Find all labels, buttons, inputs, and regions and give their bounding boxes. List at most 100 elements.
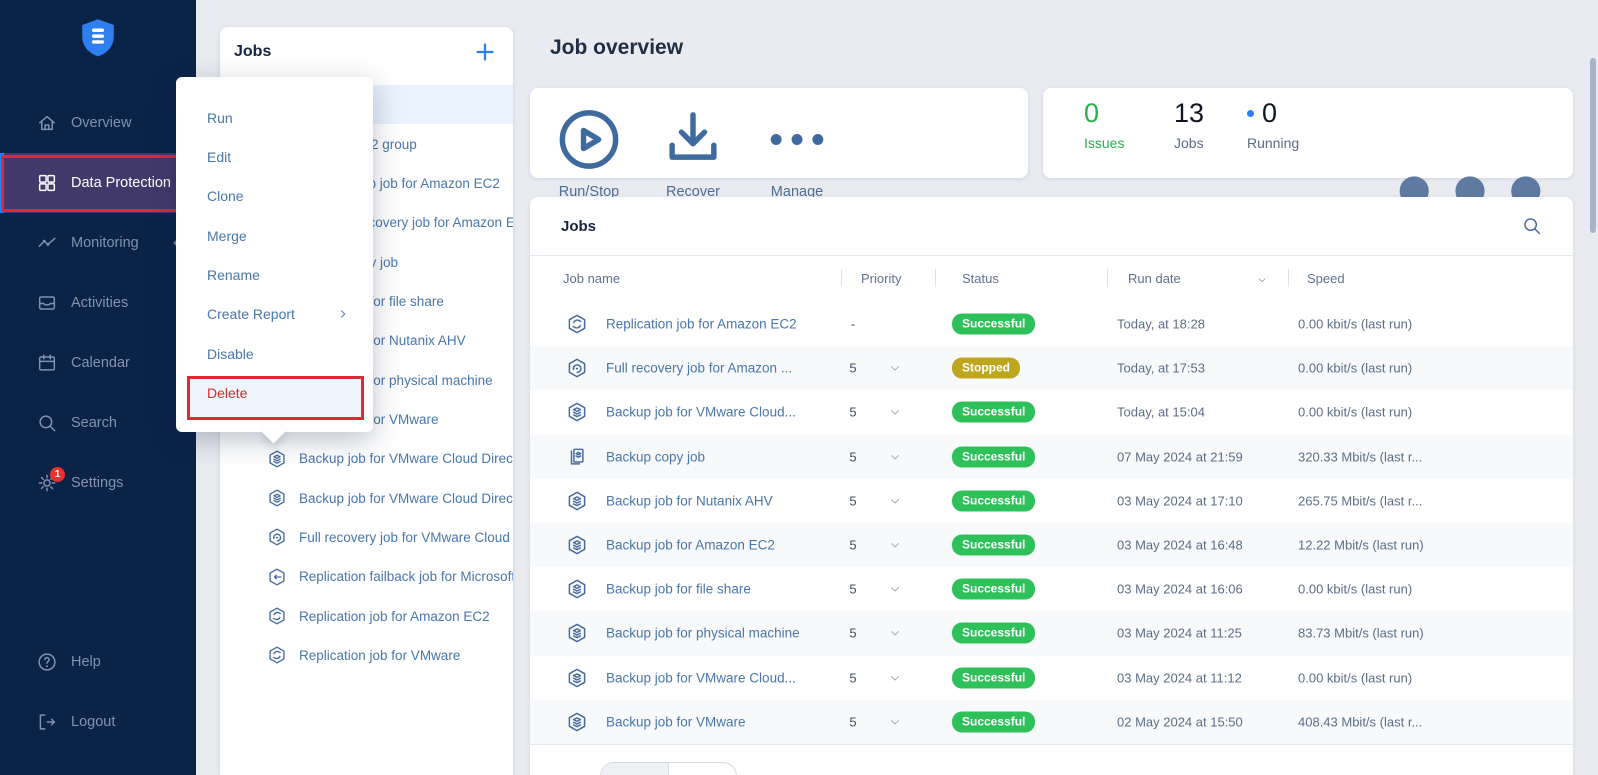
status-badge: Successful — [952, 402, 1035, 423]
backup-job-icon — [566, 578, 588, 600]
sidebar-item-logout[interactable]: Logout — [0, 692, 196, 752]
scrollbar-thumb[interactable] — [1590, 58, 1596, 233]
job-name[interactable]: Backup job for file share — [606, 582, 844, 597]
table-row-backup-job-for-nutanix-ahv[interactable]: Backup job for Nutanix AHV5Successful03 … — [530, 479, 1573, 523]
column-header-run-date[interactable]: Run date — [1128, 271, 1181, 286]
sidebar-item-monitoring[interactable]: Monitoring — [0, 213, 196, 273]
priority-dropdown chevron-down-icon[interactable] — [888, 582, 902, 596]
context-menu-item-disable[interactable]: Disable — [176, 334, 373, 373]
speed-value: 0.00 kbit/s (last run) — [1298, 405, 1412, 420]
speed-value: 12.22 Mbit/s (last run) — [1298, 538, 1424, 553]
context-menu-item-merge[interactable]: Merge — [176, 216, 373, 255]
home-icon — [36, 112, 58, 134]
table-row-backup-job-for-amazon-ec2[interactable]: Backup job for Amazon EC25Successful03 M… — [530, 523, 1573, 567]
priority-dropdown chevron-down-icon[interactable] — [888, 405, 902, 419]
sidebar-item-label: Data Protection — [71, 175, 171, 191]
status-badge: Successful — [952, 446, 1035, 467]
stat-value: 0 — [1084, 98, 1124, 129]
context-menu-item-delete[interactable]: Delete — [176, 373, 373, 412]
priority-dropdown chevron-down-icon[interactable] — [888, 671, 902, 685]
priority-value: 5 — [842, 538, 864, 553]
search-icon[interactable] — [1521, 215, 1543, 237]
jobs-panel-item-replication-failback-job-for-microsoft-hyper-v[interactable]: Replication failback job for Microsoft H… — [220, 557, 513, 596]
sidebar-item-overview[interactable]: Overview — [0, 93, 196, 153]
priority-dropdown chevron-down-icon[interactable] — [888, 626, 902, 640]
context-menu-item-clone[interactable]: Clone — [176, 177, 373, 216]
jobs-panel-item-backup-job-for-vmware-cloud-director[interactable]: Backup job for VMware Cloud Director — [220, 439, 513, 478]
priority-dropdown chevron-down-icon[interactable] — [888, 538, 902, 552]
job-name[interactable]: Backup job for VMware Cloud... — [606, 670, 844, 685]
table-column-headers: Job name Priority Status Run date Speed — [530, 256, 1573, 302]
context-menu-item-rename[interactable]: Rename — [176, 255, 373, 294]
table-row-backup-job-for-vmware-cloud[interactable]: Backup job for VMware Cloud...5Successfu… — [530, 656, 1573, 700]
sidebar-item-help[interactable]: Help — [0, 632, 196, 692]
table-row-backup-job-for-vmware-cloud[interactable]: Backup job for VMware Cloud...5 Successfu… — [530, 390, 1573, 434]
job-name[interactable]: Backup job for VMware — [606, 714, 844, 729]
speed-value: 83.73 Mbit/s (last run) — [1298, 626, 1424, 641]
job-name[interactable]: Backup job for VMware Cloud... — [606, 405, 844, 420]
run-date: 03 May 2024 at 11:12 — [1117, 670, 1242, 685]
job-name[interactable]: Backup job for Amazon EC2 — [606, 538, 844, 553]
table-row-backup-job-for-file-share[interactable]: Backup job for file share5Successful03 M… — [530, 567, 1573, 611]
sidebar-item-search[interactable]: Search — [0, 393, 196, 453]
sidebar-item-label: Help — [71, 654, 101, 670]
jobs-panel-item-replication-job-for-vmware[interactable]: Replication job for VMware — [220, 636, 513, 675]
jobs-panel-item-full-recovery-job-for-vmware-cloud-director[interactable]: Full recovery job for VMware Cloud Direc… — [220, 518, 513, 557]
job-name[interactable]: Backup job for physical machine — [606, 626, 844, 641]
replication-job-icon — [566, 313, 588, 335]
status-badge: Successful — [952, 314, 1035, 335]
jobs-table-header: Jobs — [530, 197, 1573, 256]
pagination-control[interactable] — [600, 762, 737, 775]
column-header-job-name[interactable]: Job name — [563, 271, 620, 286]
context-menu: RunEdit Clone MergeRenameCreate ReportDisa… — [176, 77, 373, 432]
column-header-priority[interactable]: Priority — [861, 271, 901, 286]
recover-button[interactable]: Recover — [641, 101, 745, 178]
context-menu-item-create-report[interactable]: Create Report — [176, 295, 373, 334]
column-header-status[interactable]: Status — [962, 271, 999, 286]
sidebar-item-settings[interactable]: 1Settings — [0, 453, 196, 513]
job-item-label: Replication job for Amazon EC2 — [299, 609, 490, 624]
backup-icon — [267, 449, 287, 469]
jobs-panel-item-backup-job-for-vmware-cloud-director[interactable]: Backup job for VMware Cloud Director — [220, 478, 513, 517]
priority-value: 5 — [842, 405, 864, 420]
priority-dropdown chevron-down-icon[interactable] — [888, 715, 902, 729]
jobs-panel-title: Jobs — [234, 43, 271, 61]
column-header-speed[interactable]: Speed — [1307, 271, 1345, 286]
context-menu-item-edit[interactable]: Edit — [176, 137, 373, 176]
sidebar-item-calendar[interactable]: Calendar — [0, 333, 196, 393]
table-row-backup-job-for-vmware[interactable]: Backup job for VMware5Successful02 May 2… — [530, 700, 1573, 744]
run-date: Today, at 17:53 — [1117, 361, 1205, 376]
speed-value: 0.00 kbit/s (last run) — [1298, 670, 1412, 685]
run-date: 03 May 2024 at 16:48 — [1117, 538, 1243, 553]
manage-button[interactable]: Manage — [745, 101, 849, 178]
sidebar-item-activities[interactable]: Activities — [0, 273, 196, 333]
table-row-replication-job-for-amazon-ec2[interactable]: Replication job for Amazon EC2-Successfu… — [530, 302, 1573, 346]
priority-dropdown chevron-down-icon[interactable] — [888, 494, 902, 508]
backup-job-icon — [566, 622, 588, 644]
job-name[interactable]: Replication job for Amazon EC2 — [606, 317, 844, 332]
priority-dropdown chevron-down-icon[interactable] — [888, 361, 902, 375]
menu-item-label: Clone — [207, 188, 244, 204]
inbox-icon — [36, 292, 58, 314]
priority-dropdown chevron-down-icon[interactable] — [888, 450, 902, 464]
run-stop-button[interactable]: Run/Stop — [537, 101, 641, 178]
job-name[interactable]: Backup copy job — [606, 449, 844, 464]
speed-value: 320.33 Mbit/s (last r... — [1298, 449, 1422, 464]
job-name[interactable]: Backup job for Nutanix AHV — [606, 493, 844, 508]
sort-chevron-down-icon[interactable] — [1256, 274, 1268, 286]
speed-value: 0.00 kbit/s (last run) — [1298, 317, 1412, 332]
table-row-backup-copy-job[interactable]: Backup copy job5Successful07 May 2024 at… — [530, 435, 1573, 479]
add-job-button plus-icon[interactable] — [473, 40, 497, 64]
stat-label: Issues — [1084, 135, 1124, 151]
sidebar-item-data-protection[interactable]: Data Protection — [0, 153, 196, 213]
run-date: 03 May 2024 at 16:06 — [1117, 582, 1243, 597]
pagination-segment[interactable] — [601, 763, 669, 775]
table-row-full-recovery-job-for-amazon[interactable]: Full recovery job for Amazon ...5Stopped… — [530, 346, 1573, 390]
priority-value: 5 — [842, 493, 864, 508]
table-row-backup-job-for-physical-machine[interactable]: Backup job for physical machine5Successf… — [530, 611, 1573, 655]
sidebar-item-label: Overview — [71, 115, 131, 131]
job-name[interactable]: Full recovery job for Amazon ... — [606, 361, 844, 376]
jobs-panel-item-replication-job-for-amazon-ec2[interactable]: Replication job for Amazon EC2 — [220, 596, 513, 635]
context-menu-item-run[interactable]: Run — [176, 98, 373, 137]
stats-card: 0Issues13Jobs0RunningMore — [1043, 88, 1573, 178]
